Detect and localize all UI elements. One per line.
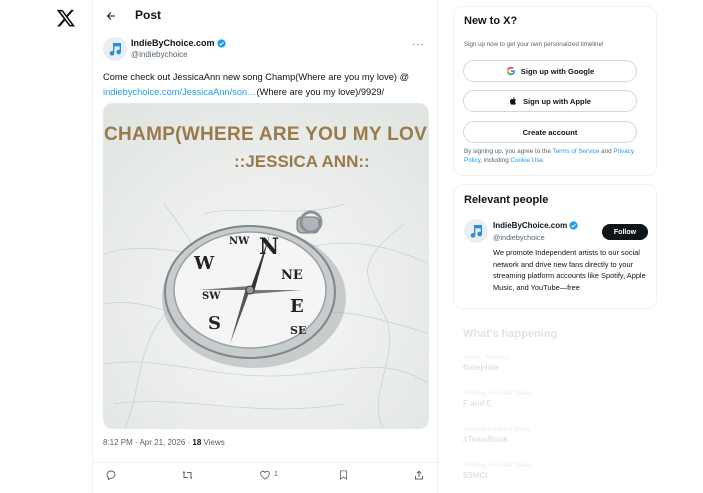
share-button[interactable]: [413, 468, 425, 481]
repost-button[interactable]: [181, 468, 194, 481]
verified-badge-icon: [569, 221, 578, 230]
tweet-time[interactable]: 8:12 PM · Apr 21, 2026 ·: [103, 438, 192, 447]
terms-mid: , including: [480, 157, 511, 164]
new-to-x-title: New to X?: [464, 15, 518, 27]
views-label: Views: [201, 438, 225, 447]
trend-meta: Trending in United States: [463, 463, 531, 469]
svg-text:NW: NW: [229, 236, 250, 247]
apple-signup-button[interactable]: Sign up with Apple: [463, 90, 637, 112]
more-options-icon[interactable]: ···: [412, 39, 425, 50]
cookie-link[interactable]: Cookie Use: [510, 157, 543, 164]
media-title-line2: ::JESSICA ANN::: [234, 152, 370, 171]
trend-name: F and E: [463, 399, 492, 408]
share-icon: [415, 470, 423, 479]
create-account-button[interactable]: Create account: [463, 121, 637, 143]
whats-happening-title: What's happening: [463, 328, 558, 340]
svg-text:E: E: [290, 296, 304, 317]
verified-badge-icon: [216, 39, 226, 48]
trend-item[interactable]: Trending in United States F and E: [463, 390, 643, 409]
terms-and: and: [599, 148, 614, 155]
avatar[interactable]: [464, 219, 488, 243]
trend-item[interactable]: Trending in United States $SMCI: [463, 462, 643, 481]
media-title-line1: CHAMP(WHERE ARE YOU MY LOVE): [104, 124, 429, 145]
apple-signup-label: Sign up with Apple: [522, 96, 592, 106]
post-header: Post: [93, 0, 439, 32]
trend-name: $SMCI: [463, 471, 488, 480]
new-to-x-subtitle: Sign up now to get your own personalized…: [464, 41, 604, 48]
avatar[interactable]: [103, 37, 127, 61]
whats-happening-section: What's happening Sports · Trending Natep…: [453, 318, 657, 493]
trend-item[interactable]: Sports · Trending Nateplate: [463, 354, 643, 373]
relevant-people-card: Relevant people IndieByChoice.com @indie…: [453, 184, 657, 309]
trend-meta: Trending in United States: [463, 427, 531, 433]
tweet-author: IndieByChoice.com @indiebychoice ···: [103, 37, 429, 63]
tweet-timestamp: 8:12 PM · Apr 21, 2026 · 18 Views: [103, 438, 225, 448]
like-button[interactable]: 1: [259, 468, 278, 481]
author-name-text: IndieByChoice.com: [131, 38, 215, 48]
trend-meta: Sports · Trending: [463, 355, 510, 361]
terms-text: By signing up, you agree to the Terms of…: [464, 147, 650, 165]
left-nav: [0, 0, 92, 493]
tweet-actions: 1: [93, 462, 439, 482]
tweet-text: Come check out JessicaAnn new song Champ…: [103, 70, 431, 100]
relevant-person-handle[interactable]: @indiebychoice: [493, 233, 545, 242]
bookmark-button[interactable]: [338, 468, 349, 481]
reply-icon: [106, 470, 116, 480]
author-name[interactable]: IndieByChoice.com: [131, 38, 226, 49]
repost-icon: [182, 470, 193, 479]
google-signup-button[interactable]: Sign up with Google: [463, 60, 637, 82]
compass-illustration: N W E S NE SW SE NW: [162, 210, 346, 368]
trend-meta: Trending in United States: [463, 391, 531, 397]
bookmark-icon: [340, 469, 347, 480]
trend-name: #TeamBook: [463, 435, 508, 444]
relevant-person-bio: We promote Independent artists to our so…: [493, 248, 646, 292]
follow-button[interactable]: Follow: [602, 224, 648, 240]
reply-button[interactable]: [105, 468, 117, 481]
tweet-text-part1: Come check out JessicaAnn new song Champ…: [103, 72, 410, 82]
tweet-text-part2: (Where are you my love)/9929/: [256, 87, 385, 97]
x-logo-icon[interactable]: [56, 8, 76, 28]
apple-icon: [509, 97, 516, 105]
relevant-people-title: Relevant people: [464, 194, 549, 206]
heart-icon: [260, 470, 270, 480]
relevant-person-name-text: IndieByChoice.com: [493, 221, 568, 230]
trend-item[interactable]: Trending in United States #TeamBook: [463, 426, 643, 445]
author-handle[interactable]: @indiebychoice: [131, 50, 188, 60]
back-arrow-icon[interactable]: [103, 8, 119, 24]
create-account-label: Create account: [522, 127, 578, 137]
like-count: 1: [274, 471, 278, 478]
right-sidebar: New to X? Sign up now to get your own pe…: [453, 0, 657, 493]
page-title: Post: [135, 8, 162, 22]
svg-text:NE: NE: [281, 268, 303, 283]
tweet-link[interactable]: indiebychoice.com/JessicaAnn/son…: [103, 87, 256, 97]
relevant-person-name[interactable]: IndieByChoice.com: [493, 221, 578, 230]
google-signup-label: Sign up with Google: [520, 66, 595, 76]
tweet-media-image[interactable]: N W E S NE SW SE NW CHAMP(WHERE ARE YOU …: [103, 103, 429, 429]
new-to-x-card: New to X? Sign up now to get your own pe…: [453, 6, 657, 176]
svg-text:S: S: [208, 313, 221, 334]
views-count: 18: [192, 438, 202, 447]
svg-text:SE: SE: [290, 324, 306, 337]
svg-text:SW: SW: [202, 291, 221, 302]
terms-end: .: [543, 157, 545, 164]
terms-link[interactable]: Terms of Service: [552, 148, 599, 155]
trend-name: Nateplate: [463, 363, 500, 372]
terms-pre: By signing up, you agree to the: [464, 148, 553, 155]
main-column: Post IndieByChoice.com @indiebychoice ··…: [92, 0, 439, 493]
google-icon: [506, 66, 515, 76]
svg-text:W: W: [193, 253, 215, 274]
svg-text:N: N: [259, 234, 279, 260]
